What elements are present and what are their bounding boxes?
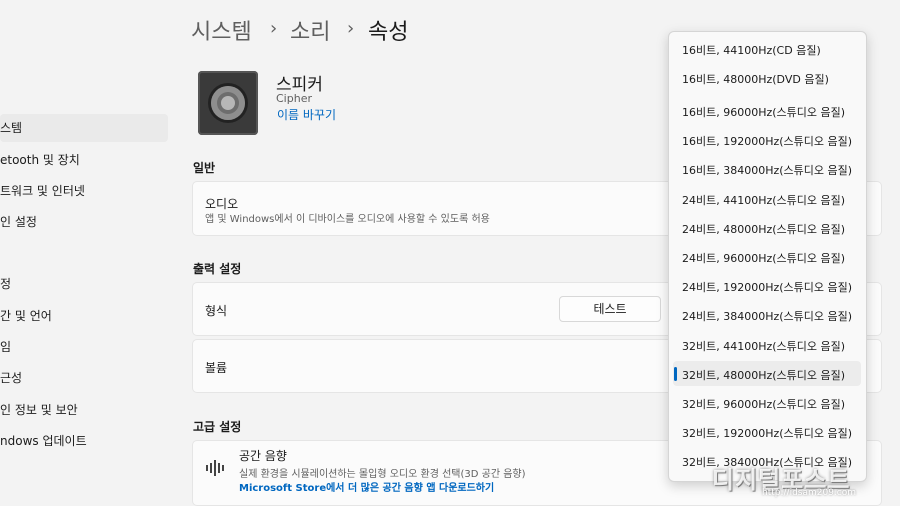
sidebar-item-label: 스템 [0,121,23,135]
sidebar-item-label: 인 정보 및 보안 [0,403,78,417]
format-card-title: 형식 [205,304,228,318]
sidebar-item-gaming[interactable]: 임 [0,333,168,361]
sidebar-item-label: 정 [0,277,12,291]
page-title: 속성 [368,20,409,45]
breadcrumb-system[interactable]: 시스템 [191,14,252,46]
sidebar-item-windows-update[interactable]: ndows 업데이트 [0,427,168,455]
device-subtitle: Cipher [276,92,312,105]
format-option[interactable]: 16비트, 48000Hz(DVD 음질) [682,71,829,87]
audio-card-desc: 앱 및 Windows에서 이 디바이스를 오디오에 사용할 수 있도록 허용 [205,214,490,225]
sidebar-item-system[interactable]: 스템 [0,114,168,142]
test-button[interactable]: 테스트 [559,296,661,322]
rename-link[interactable]: 이름 바꾸기 [277,106,336,123]
section-output-header: 출력 설정 [193,262,242,276]
sidebar-item-label: 간 및 언어 [0,309,52,323]
format-option[interactable]: 24비트, 96000Hz(스튜디오 음질) [682,250,845,266]
section-advanced-header: 고급 설정 [193,420,242,434]
format-option[interactable]: 24비트, 44100Hz(스튜디오 음질) [682,192,845,208]
sidebar-item-accessibility[interactable]: 근성 [0,364,168,392]
format-option[interactable]: 32비트, 192000Hz(스튜디오 음질) [682,425,852,441]
chevron-right-icon: › [270,18,278,39]
sidebar-item-bluetooth[interactable]: etooth 및 장치 [0,146,168,174]
selection-indicator [674,367,677,381]
format-option[interactable]: 16비트, 384000Hz(스튜디오 음질) [682,162,852,178]
sidebar-item-label: etooth 및 장치 [0,153,80,167]
chevron-right-icon: › [347,18,355,39]
spatial-card-title: 공간 음향 [239,449,287,463]
sidebar-item-label: ndows 업데이트 [0,434,87,448]
spatial-sound-icon [206,460,224,476]
sidebar-item-label: 트워크 및 인터넷 [0,184,85,198]
sidebar-item-network[interactable]: 트워크 및 인터넷 [0,177,168,205]
format-option[interactable]: 16비트, 44100Hz(CD 음질) [682,42,821,58]
sidebar-item-privacy[interactable]: 인 정보 및 보안 [0,396,168,424]
format-option[interactable]: 24비트, 192000Hz(스튜디오 음질) [682,279,852,295]
speaker-icon [198,71,258,135]
sidebar-item-accounts[interactable]: 정 [0,270,168,298]
store-link[interactable]: Microsoft Store에서 더 많은 공간 음향 앱 다운로드하기 [239,479,494,494]
format-option[interactable]: 24비트, 48000Hz(스튜디오 음질) [682,221,845,237]
format-dropdown[interactable]: 16비트, 44100Hz(CD 음질) 16비트, 48000Hz(DVD 음… [668,31,867,482]
format-option[interactable]: 24비트, 384000Hz(스튜디오 음질) [682,308,852,324]
sidebar-item-personalization[interactable]: 인 설정 [0,208,168,236]
volume-card-title: 볼륨 [205,361,228,375]
sidebar-item-label: 근성 [0,371,23,385]
format-option-selected[interactable]: 32비트, 48000Hz(스튜디오 음질) [682,367,845,383]
watermark-url: http://idsam209.com [762,488,857,498]
format-option[interactable]: 16비트, 96000Hz(스튜디오 음질) [682,104,845,120]
format-option[interactable]: 32비트, 44100Hz(스튜디오 음질) [682,338,845,354]
sidebar-item-label: 인 설정 [0,215,37,229]
format-option[interactable]: 16비트, 192000Hz(스튜디오 음질) [682,133,852,149]
sidebar-item-time-language[interactable]: 간 및 언어 [0,302,168,330]
section-general-header: 일반 [193,161,216,175]
format-option[interactable]: 32비트, 96000Hz(스튜디오 음질) [682,396,845,412]
watermark: 디지털포스트 http://idsam209.com [712,460,894,500]
spatial-card-desc: 실제 환경을 시뮬레이션하는 몰입형 오디오 환경 선택(3D 공간 음향) [239,469,526,480]
sidebar-item-label: 임 [0,340,12,354]
breadcrumb-sound[interactable]: 소리 [290,14,330,46]
